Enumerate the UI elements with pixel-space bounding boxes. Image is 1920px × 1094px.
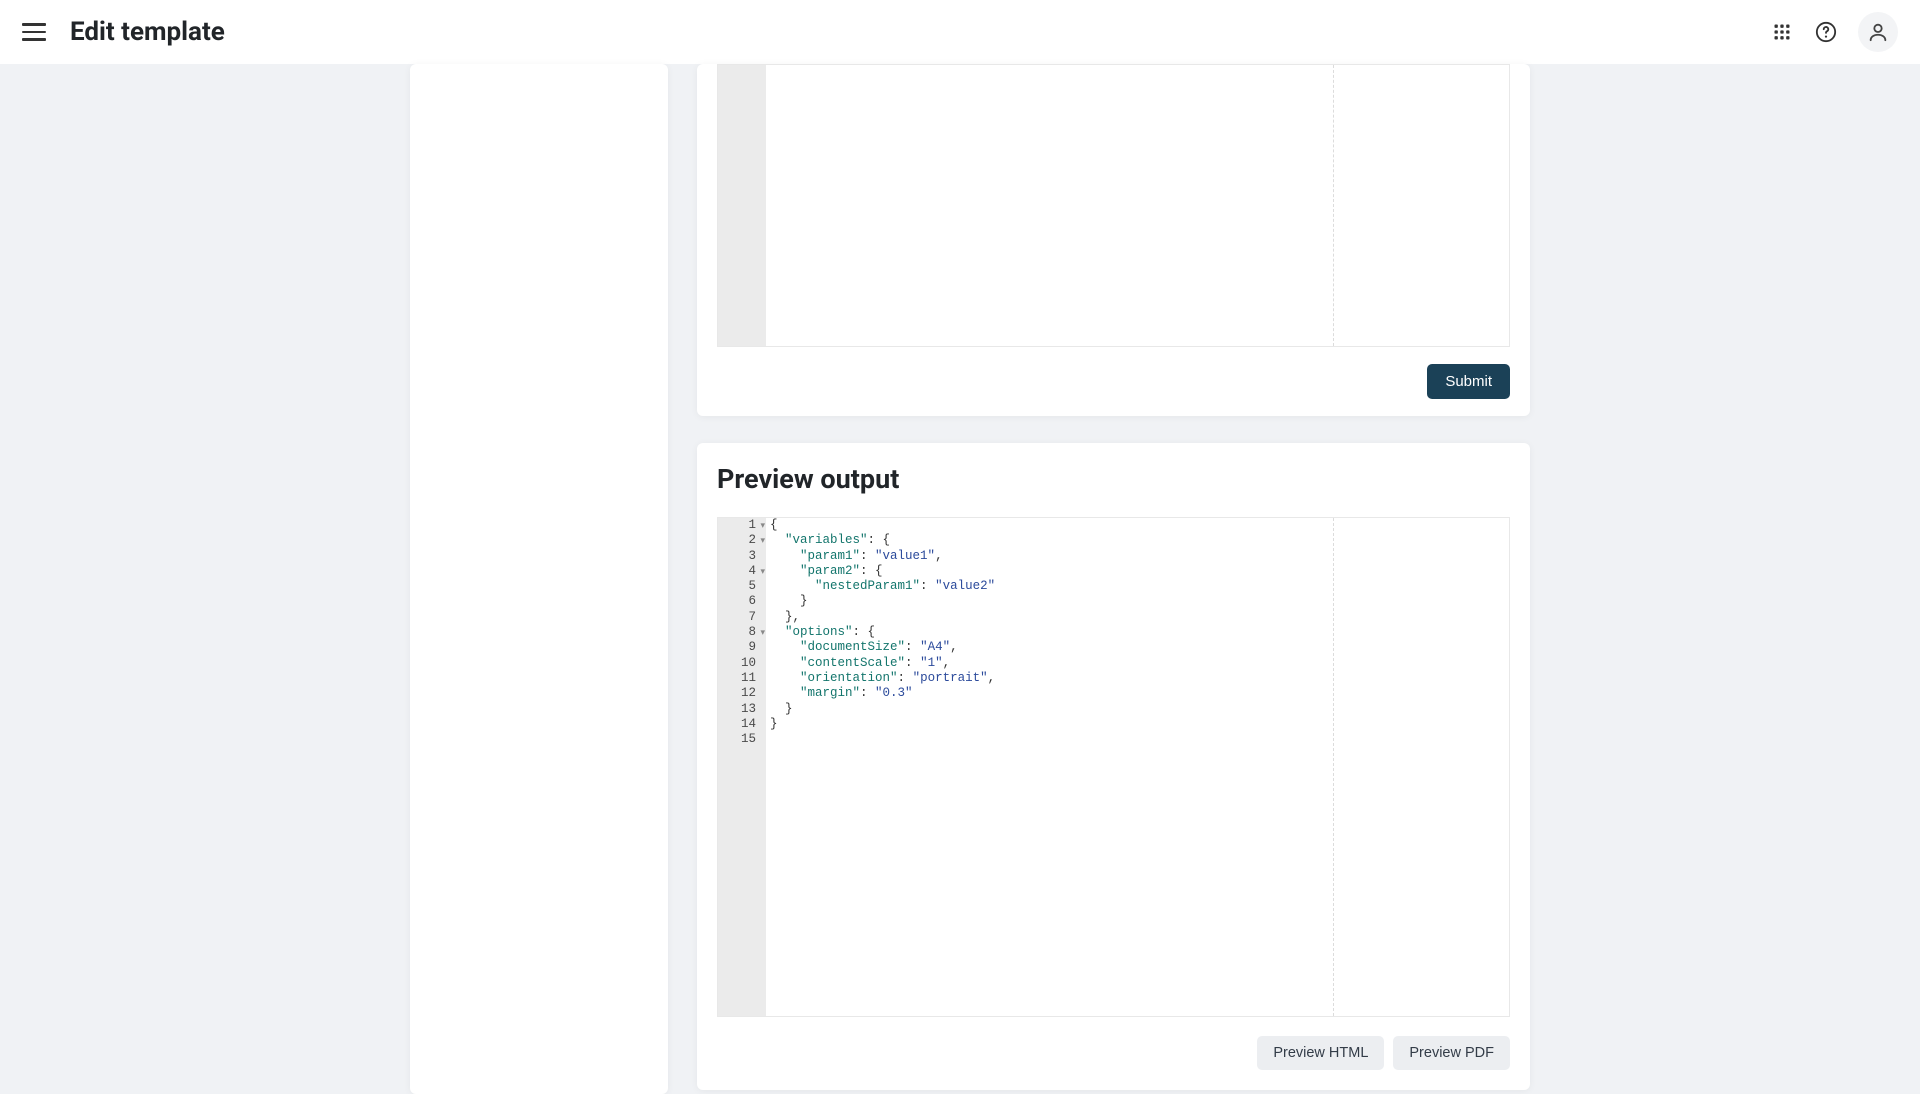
line-number: 1▾ xyxy=(718,518,766,533)
line-number: 14 xyxy=(718,717,766,732)
output-editor-gutter: 1▾2▾34▾5678▾9101112131415 xyxy=(718,518,766,1016)
code-line: } xyxy=(770,702,1509,717)
line-number: 2▾ xyxy=(718,533,766,548)
code-line: "contentScale": "1", xyxy=(770,656,1509,671)
line-number: 6 xyxy=(718,594,766,609)
fold-icon[interactable]: ▾ xyxy=(760,534,765,549)
submit-panel: Submit xyxy=(697,64,1530,416)
line-number: 9 xyxy=(718,640,766,655)
code-line: "nestedParam1": "value2" xyxy=(770,579,1509,594)
line-number: 11 xyxy=(718,671,766,686)
line-number: 15 xyxy=(718,732,766,747)
output-editor[interactable]: 1▾2▾34▾5678▾9101112131415 { "variables":… xyxy=(717,517,1510,1017)
code-line: { xyxy=(770,518,1509,533)
content-area: Submit Preview output 1▾2▾34▾5678▾910111… xyxy=(0,64,1920,1080)
line-number: 8▾ xyxy=(718,625,766,640)
preview-title: Preview output xyxy=(717,463,1510,495)
line-number: 12 xyxy=(718,686,766,701)
code-line: "param2": { xyxy=(770,564,1509,579)
preview-pdf-button[interactable]: Preview PDF xyxy=(1393,1036,1510,1070)
header-right xyxy=(1770,12,1898,52)
menu-icon[interactable] xyxy=(22,20,46,44)
input-editor-gutter xyxy=(718,65,766,346)
input-editor[interactable] xyxy=(717,64,1510,347)
code-line: "orientation": "portrait", xyxy=(770,671,1509,686)
preview-buttons: Preview HTML Preview PDF xyxy=(717,1036,1510,1070)
left-card xyxy=(410,64,668,1094)
line-number: 5 xyxy=(718,579,766,594)
output-editor-body: { "variables": { "param1": "value1", "pa… xyxy=(766,518,1509,1016)
input-editor-body xyxy=(766,65,1509,346)
code-line: } xyxy=(770,594,1509,609)
code-line: "documentSize": "A4", xyxy=(770,640,1509,655)
fold-icon[interactable]: ▾ xyxy=(760,626,765,641)
line-number: 13 xyxy=(718,702,766,717)
code-line: "margin": "0.3" xyxy=(770,686,1509,701)
editor-ruler xyxy=(1333,65,1509,346)
code-line: } xyxy=(770,717,1509,732)
user-icon[interactable] xyxy=(1858,12,1898,52)
fold-icon[interactable]: ▾ xyxy=(760,565,765,580)
preview-html-button[interactable]: Preview HTML xyxy=(1257,1036,1384,1070)
header-left: Edit template xyxy=(22,17,225,47)
code-line: }, xyxy=(770,610,1509,625)
line-number: 7 xyxy=(718,610,766,625)
line-number: 10 xyxy=(718,656,766,671)
code-line: "variables": { xyxy=(770,533,1509,548)
app-header: Edit template xyxy=(0,0,1920,64)
fold-icon[interactable]: ▾ xyxy=(760,519,765,534)
code-line: "options": { xyxy=(770,625,1509,640)
code-lines: { "variables": { "param1": "value1", "pa… xyxy=(766,518,1509,747)
apps-icon[interactable] xyxy=(1770,20,1794,44)
line-number: 4▾ xyxy=(718,564,766,579)
code-line xyxy=(770,732,1509,747)
submit-button[interactable]: Submit xyxy=(1427,364,1510,399)
submit-row: Submit xyxy=(697,347,1530,399)
preview-panel: Preview output 1▾2▾34▾5678▾9101112131415… xyxy=(697,443,1530,1090)
help-icon[interactable] xyxy=(1814,20,1838,44)
page-title: Edit template xyxy=(70,17,225,47)
line-number: 3 xyxy=(718,549,766,564)
code-line: "param1": "value1", xyxy=(770,549,1509,564)
